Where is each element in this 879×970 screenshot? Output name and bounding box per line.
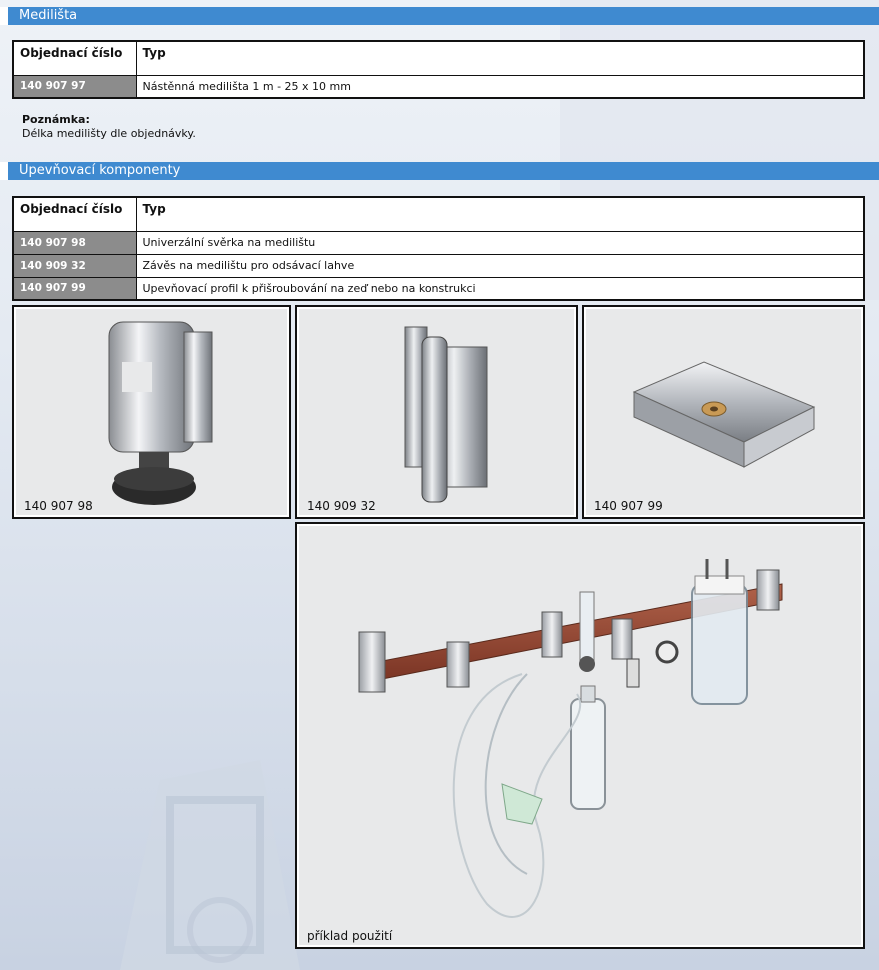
section-header-mounting-components: Upevňovací komponenty bbox=[0, 162, 879, 180]
table-header-row: Objednací číslo Typ bbox=[12, 40, 865, 76]
table-row: 140 907 98 Univerzální svěrka na mediliš… bbox=[12, 230, 865, 255]
section-title: Medilišta bbox=[19, 8, 78, 23]
image-caption: 140 907 99 bbox=[594, 499, 663, 513]
table-row: 140 907 97 Nástěnná medilišta 1 m - 25 x… bbox=[12, 74, 865, 99]
note-text: Délka medilišty dle objednávky. bbox=[22, 127, 196, 140]
image-caption: 140 909 32 bbox=[307, 499, 376, 513]
mounting-components-table: Objednací číslo Typ 140 907 98 Univerzál… bbox=[12, 196, 865, 301]
photo-bottle-hanger: 140 909 32 bbox=[295, 305, 578, 519]
photo-universal-clamp: 140 907 98 bbox=[12, 305, 291, 519]
image-caption: příklad použití bbox=[307, 929, 393, 943]
medilista-table: Objednací číslo Typ 140 907 97 Nástěnná … bbox=[12, 40, 865, 99]
section-header-medilista: Medilišta bbox=[0, 7, 879, 25]
type-cell: Závěs na medilištu pro odsávací lahve bbox=[135, 253, 865, 278]
note: Poznámka: Délka medilišty dle objednávky… bbox=[22, 113, 196, 141]
photo-mounting-profile: 140 907 99 bbox=[582, 305, 865, 519]
table-header-row: Objednací číslo Typ bbox=[12, 196, 865, 232]
mounting-profile-icon bbox=[632, 361, 816, 468]
order-number-cell: 140 907 97 bbox=[12, 74, 137, 99]
column-header-type: Typ bbox=[135, 40, 865, 76]
type-cell: Nástěnná medilišta 1 m - 25 x 10 mm bbox=[135, 74, 865, 99]
rail-assembly-example-icon bbox=[358, 559, 783, 918]
column-header-type: Typ bbox=[135, 196, 865, 232]
table-row: 140 909 32 Závěs na medilištu pro odsáva… bbox=[12, 253, 865, 278]
table-row: 140 907 99 Upevňovací profil k přišroubo… bbox=[12, 276, 865, 301]
photo-usage-example: příklad použití bbox=[295, 522, 865, 949]
bottle-hanger-icon bbox=[404, 326, 488, 503]
order-number-cell: 140 907 99 bbox=[12, 276, 137, 301]
universal-clamp-icon bbox=[108, 321, 213, 505]
image-caption: 140 907 98 bbox=[24, 499, 93, 513]
column-header-order-number: Objednací číslo bbox=[12, 196, 137, 232]
type-cell: Upevňovací profil k přišroubování na zeď… bbox=[135, 276, 865, 301]
column-header-order-number: Objednací číslo bbox=[12, 40, 137, 76]
section-title: Upevňovací komponenty bbox=[19, 163, 181, 178]
order-number-cell: 140 907 98 bbox=[12, 230, 137, 255]
note-label: Poznámka: bbox=[22, 113, 90, 126]
order-number-cell: 140 909 32 bbox=[12, 253, 137, 278]
type-cell: Univerzální svěrka na medilištu bbox=[135, 230, 865, 255]
